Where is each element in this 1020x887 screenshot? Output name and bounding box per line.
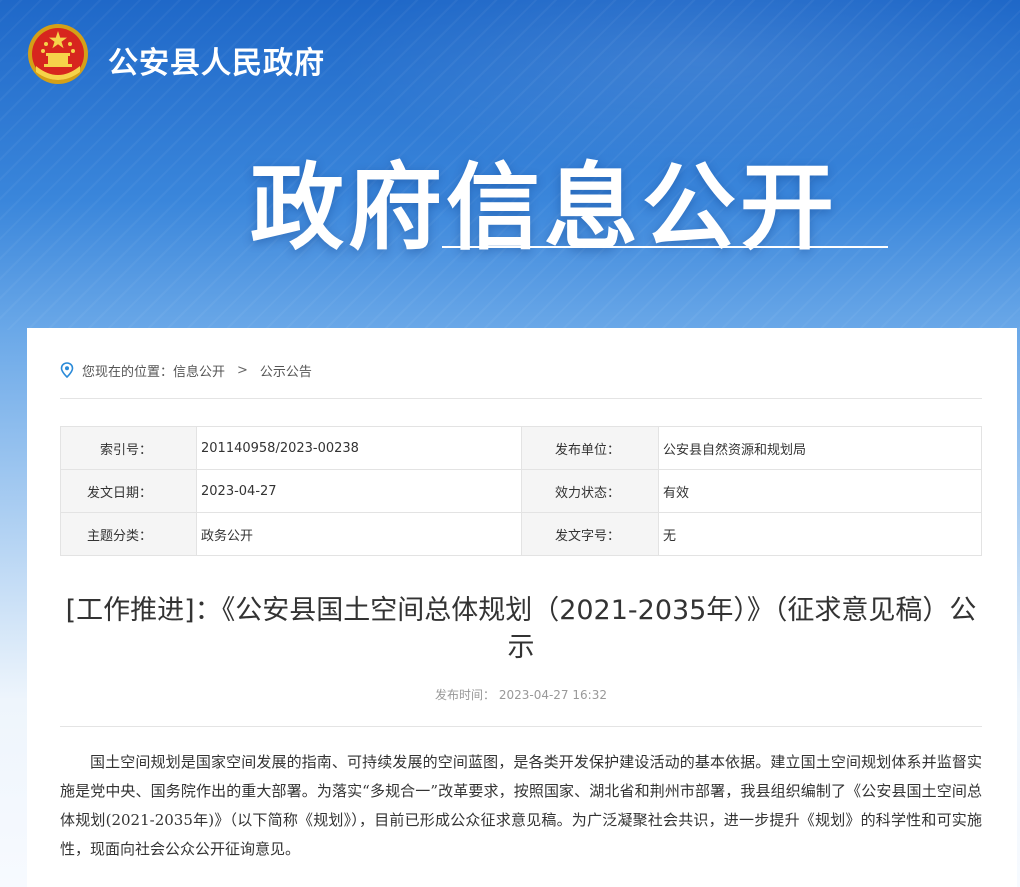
table-row: 索引号： 201140958/2023-00238 发布单位： 公安县自然资源和… [60, 426, 982, 470]
banner: 公安县人民政府 政府信息公开 [0, 0, 1020, 330]
content-panel: 您现在的位置：信息公开 > 公示公告 索引号： 201140958/2023-0… [27, 328, 1017, 887]
publish-time: 发布时间： 2023-04-27 16:32 [435, 688, 607, 702]
doc-no-label: 发文字号： [521, 512, 659, 556]
hero-underline [442, 246, 888, 248]
breadcrumb-separator: > [237, 362, 248, 378]
status-label: 效力状态： [521, 469, 659, 513]
category-label: 主题分类： [60, 512, 197, 556]
date-value: 2023-04-27 [196, 469, 522, 513]
publisher-value: 公安县自然资源和规划局 [658, 426, 982, 470]
metadata-table: 索引号： 201140958/2023-00238 发布单位： 公安县自然资源和… [60, 426, 982, 556]
divider [60, 726, 982, 727]
national-emblem-icon[interactable] [26, 22, 90, 86]
category-value: 政务公开 [196, 512, 522, 556]
date-label: 发文日期： [60, 469, 197, 513]
article-title: [工作推进]：《公安县国土空间总体规划（2021-2035年）》（征求意见稿）公… [65, 595, 977, 663]
article-paragraph: 国土空间规划是国家空间发展的指南、可持续发展的空间蓝图，是各类开发保护建设活动的… [60, 753, 982, 858]
location-pin-icon [60, 362, 74, 378]
doc-no-value: 无 [658, 512, 982, 556]
table-row: 发文日期： 2023-04-27 效力状态： 有效 [60, 469, 982, 513]
publisher-label: 发布单位： [521, 426, 659, 470]
site-name[interactable]: 公安县人民政府 [108, 38, 325, 82]
status-value: 有效 [658, 469, 982, 513]
breadcrumb-current[interactable]: 公示公告 [260, 361, 312, 380]
index-no-value: 201140958/2023-00238 [196, 426, 522, 470]
table-row: 主题分类： 政务公开 发文字号： 无 [60, 512, 982, 556]
index-no-label: 索引号： [60, 426, 197, 470]
breadcrumb-prefix[interactable]: 您现在的位置：信息公开 [82, 361, 225, 380]
divider [60, 398, 982, 399]
breadcrumb: 您现在的位置：信息公开 > 公示公告 [60, 360, 312, 380]
